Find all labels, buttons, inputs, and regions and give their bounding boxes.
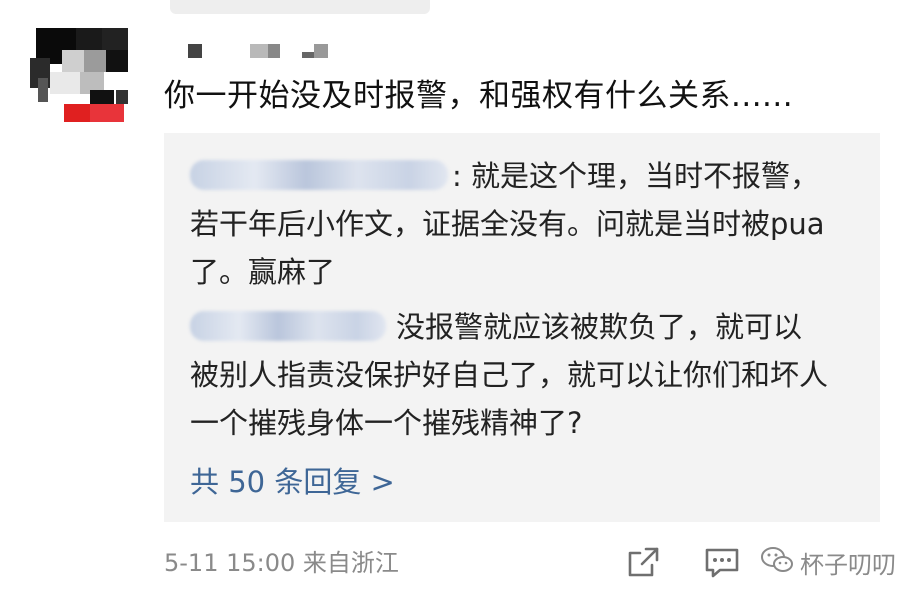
comment-icon[interactable]	[702, 543, 742, 583]
wechat-logo-icon	[760, 546, 794, 578]
reply-item[interactable]: : 就是这个理，当时不报警，若干年后小作文，证据全没有。问就是当时被pua了。赢…	[190, 152, 830, 296]
comment-text: 你一开始没及时报警，和强权有什么关系......	[164, 78, 794, 114]
more-replies-link[interactable]: 共 50 条回复 >	[190, 460, 395, 504]
watermark-text: 杯子叨叨	[800, 550, 896, 579]
reply-author-blurred	[190, 311, 386, 341]
avatar[interactable]	[28, 18, 128, 126]
username[interactable]	[188, 40, 338, 62]
share-icon[interactable]	[624, 543, 664, 583]
reply-item[interactable]: 没报警就应该被欺负了，就可以被别人指责没保护好自己了，就可以让你们和坏人一个摧残…	[190, 303, 830, 447]
top-edge-bar	[170, 0, 430, 14]
replies-panel: : 就是这个理，当时不报警，若干年后小作文，证据全没有。问就是当时被pua了。赢…	[164, 133, 880, 522]
reply-author-blurred	[190, 160, 448, 190]
watermark: 杯子叨叨	[760, 544, 896, 580]
weibo-comment-screen: 你一开始没及时报警，和强权有什么关系...... : 就是这个理，当时不报警，若…	[0, 0, 914, 599]
post-meta: 5-11 15:00 来自浙江	[164, 549, 399, 577]
